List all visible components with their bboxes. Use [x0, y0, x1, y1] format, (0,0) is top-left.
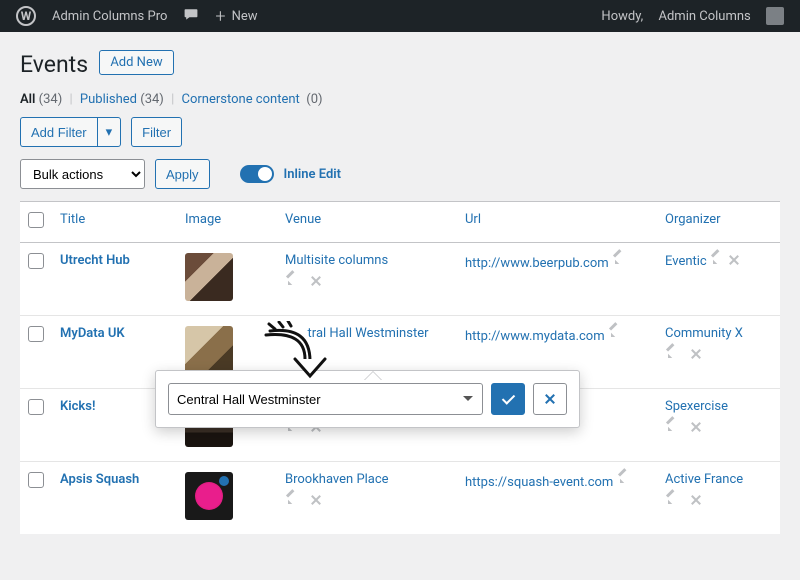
clear-icon[interactable]	[727, 253, 741, 267]
column-image[interactable]: Image	[185, 212, 221, 227]
howdy-prefix: Howdy,	[601, 9, 643, 24]
avatar	[766, 7, 784, 25]
clear-icon[interactable]	[689, 493, 703, 507]
row-title-link[interactable]: Utrecht Hub	[60, 253, 130, 268]
url-link[interactable]: http://www.beerpub.com	[465, 256, 609, 271]
organizer-link[interactable]: Eventic	[665, 254, 707, 269]
view-cornerstone[interactable]: Cornerstone content	[182, 92, 300, 107]
my-account-menu[interactable]: Howdy, Admin Columns	[593, 0, 792, 32]
clear-icon[interactable]	[309, 493, 323, 507]
clear-icon[interactable]	[689, 420, 703, 434]
row-thumbnail[interactable]	[185, 253, 233, 301]
column-title[interactable]: Title	[60, 212, 85, 227]
table-row: Apsis Squash Brookhaven Place https://sq…	[20, 462, 780, 535]
view-published[interactable]: Published	[80, 92, 137, 107]
column-organizer[interactable]: Organizer	[665, 212, 721, 227]
select-all-checkbox[interactable]	[28, 212, 44, 228]
add-filter-dropdown-button[interactable]: ▾	[97, 117, 122, 147]
check-icon	[505, 392, 512, 406]
pencil-icon[interactable]	[285, 274, 299, 288]
caret-down-icon: ▾	[106, 124, 113, 140]
pencil-icon[interactable]	[608, 326, 622, 340]
events-table: Title Image Venue Url Organizer Utrecht …	[20, 201, 780, 534]
wp-logo-menu[interactable]: W	[8, 0, 44, 32]
pencil-icon[interactable]	[612, 253, 626, 267]
filter-button[interactable]: Filter	[131, 117, 182, 147]
organizer-link[interactable]: Active France	[665, 472, 743, 487]
page-title: Events	[20, 51, 88, 78]
url-link[interactable]: http://www.mydata.com	[465, 329, 605, 344]
clear-icon[interactable]	[309, 274, 323, 288]
row-checkbox[interactable]	[28, 253, 44, 269]
view-all[interactable]: All	[20, 92, 35, 107]
plus-icon: +	[215, 6, 225, 27]
new-label: New	[232, 9, 258, 24]
table-row: Utrecht Hub Multisite columns http://www…	[20, 243, 780, 316]
inline-edit-toggle[interactable]	[240, 165, 274, 183]
clear-icon[interactable]	[689, 347, 703, 361]
apply-button[interactable]: Apply	[155, 159, 210, 189]
inline-edit-popover: Central Hall Westminster	[155, 370, 580, 428]
url-link[interactable]: https://squash-event.com	[465, 475, 613, 490]
view-cornerstone-count: (0)	[306, 92, 322, 107]
add-new-button[interactable]: Add New	[99, 50, 173, 75]
row-title-link[interactable]: MyData UK	[60, 326, 125, 341]
column-url[interactable]: Url	[465, 212, 481, 227]
venue-link[interactable]: Central Hall Westminster	[285, 326, 429, 341]
add-filter-button[interactable]: Add Filter	[20, 117, 97, 147]
inline-edit-label: Inline Edit	[284, 167, 342, 182]
pencil-icon[interactable]	[665, 493, 679, 507]
pencil-icon[interactable]	[617, 472, 631, 486]
pencil-icon[interactable]	[285, 493, 299, 507]
pencil-icon[interactable]	[665, 347, 679, 361]
confirm-button[interactable]	[491, 383, 525, 415]
wordpress-icon: W	[16, 6, 36, 26]
row-checkbox[interactable]	[28, 472, 44, 488]
view-published-count: (34)	[140, 92, 164, 107]
close-icon	[543, 392, 557, 406]
pencil-icon[interactable]	[710, 253, 724, 267]
row-checkbox[interactable]	[28, 326, 44, 342]
venue-select[interactable]: Central Hall Westminster	[168, 383, 483, 415]
new-content-menu[interactable]: + New	[207, 0, 265, 32]
comments-menu[interactable]	[175, 0, 207, 32]
view-filters: All (34) | Published (34) | Cornerstone …	[20, 92, 780, 107]
venue-link[interactable]: Multisite columns	[285, 253, 388, 268]
bulk-actions-select[interactable]: Bulk actions	[20, 159, 145, 189]
howdy-user: Admin Columns	[658, 9, 750, 24]
pencil-icon[interactable]	[665, 420, 679, 434]
row-title-link[interactable]: Apsis Squash	[60, 472, 139, 487]
organizer-link[interactable]: Community X	[665, 326, 743, 341]
cancel-button[interactable]	[533, 383, 567, 415]
row-thumbnail[interactable]	[185, 326, 233, 374]
venue-link[interactable]: Brookhaven Place	[285, 472, 389, 487]
site-title: Admin Columns Pro	[52, 9, 167, 24]
site-name-menu[interactable]: Admin Columns Pro	[44, 0, 175, 32]
organizer-link[interactable]: Spexercise	[665, 399, 728, 414]
admin-bar: W Admin Columns Pro + New Howdy, Admin Co…	[0, 0, 800, 32]
row-thumbnail[interactable]	[185, 472, 233, 520]
row-title-link[interactable]: Kicks!	[60, 399, 95, 414]
row-checkbox[interactable]	[28, 399, 44, 415]
column-venue[interactable]: Venue	[285, 212, 321, 227]
comment-icon	[183, 6, 199, 26]
view-all-count: (34)	[39, 92, 63, 107]
